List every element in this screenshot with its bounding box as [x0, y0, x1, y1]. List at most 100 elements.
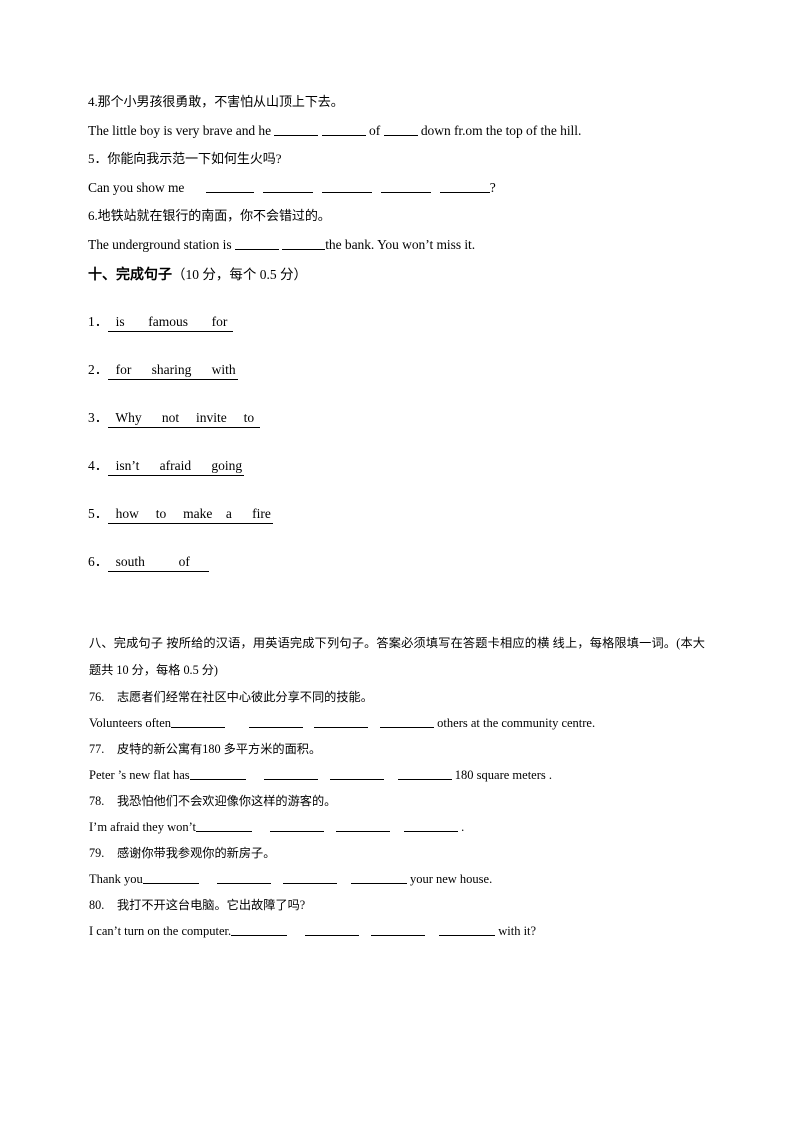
answer-text[interactable]: for sharing with [108, 362, 238, 380]
answer-blank[interactable] [231, 923, 288, 936]
answer-blank[interactable] [216, 871, 271, 884]
answer-text[interactable]: is famous for [108, 314, 233, 332]
answer-row: 4． isn’t afraid going [88, 454, 588, 502]
answer-blank[interactable] [383, 122, 418, 136]
answer-blank[interactable] [142, 871, 199, 884]
question-english: The little boy is very brave and he of d… [88, 117, 708, 146]
sentence-text: others at the community centre. [434, 716, 596, 730]
worksheet-page: 4.那个小男孩很勇敢，不害怕从山顶上下去。 The little boy is v… [0, 0, 795, 1123]
answer-blank[interactable] [305, 923, 360, 936]
answer-blank[interactable] [380, 179, 431, 193]
answer-blank[interactable] [397, 767, 452, 780]
answer-row: 6． south of [88, 550, 588, 598]
answer-row: 3． Why not invite to [88, 406, 588, 454]
sentence-text: Volunteers often [89, 716, 172, 730]
answer-row: 5． how to make a fire [88, 502, 588, 550]
question-chinese-text: 感谢你带我参观你的新房子。 [117, 846, 276, 860]
sentence-text: . [458, 820, 465, 834]
question-chinese: 4.那个小男孩很勇敢，不害怕从山顶上下去。 [88, 94, 344, 109]
section-b-instruction: 八、完成句子 按所给的汉语，用英语完成下列句子。答案必须填写在答题卡相应的横 线… [89, 636, 705, 677]
answer-text[interactable]: isn’t afraid going [108, 458, 245, 476]
answer-blank[interactable] [336, 819, 391, 832]
question-chinese: 77. 皮特的新公寓有180 多平方米的面积。 [89, 736, 705, 762]
question-number: 80. [89, 898, 105, 912]
answer-blank[interactable] [350, 871, 407, 884]
answer-blank[interactable] [439, 923, 496, 936]
sentence-text: the bank. You won’t miss it. [325, 236, 476, 252]
question-chinese: 6.地铁站就在银行的南面，你不会错过的。 [88, 208, 331, 223]
sentence-text: down fr.om the top of the hill. [417, 122, 582, 138]
sentence-text: Thank you [89, 872, 143, 886]
question-english: I can’t turn on the computer. with it? [89, 918, 705, 944]
question-english: Volunteers often others at the community… [89, 710, 705, 736]
section-a-items: 4.那个小男孩很勇敢，不害怕从山顶上下去。 The little boy is v… [88, 88, 708, 259]
answer-number: 6． [88, 554, 109, 569]
question-number: 78. [89, 794, 105, 808]
question-chinese-text: 我打不开这台电脑。它出故障了吗? [117, 898, 306, 912]
sentence-text: The little boy is very brave and he [88, 122, 275, 138]
answer-blank[interactable] [274, 122, 319, 136]
question-chinese: 78. 我恐怕他们不会欢迎像你这样的游客的。 [89, 788, 705, 814]
answer-text[interactable]: how to make a fire [108, 506, 273, 524]
section-a-header-title: 十、完成句子 [88, 268, 172, 283]
answer-number: 5． [88, 506, 109, 521]
sentence-text: with it? [495, 924, 537, 938]
question-number: 77. [89, 742, 105, 756]
question-chinese-text: 皮特的新公寓有180 多平方米的面积。 [117, 742, 322, 756]
sentence-text: 180 square meters . [451, 768, 552, 782]
sentence-text: I can’t turn on the computer. [89, 924, 232, 938]
answer-blank[interactable] [263, 767, 318, 780]
answer-blank[interactable] [171, 715, 226, 728]
answer-number: 1． [88, 314, 109, 329]
question-number: 76. [89, 690, 105, 704]
answer-blank[interactable] [189, 767, 246, 780]
answer-blank[interactable] [321, 122, 366, 136]
answer-blank[interactable] [270, 819, 325, 832]
answer-blank[interactable] [234, 236, 279, 250]
question-number: 79. [89, 846, 105, 860]
sentence-text: I’m afraid they won’t [89, 820, 197, 834]
answer-number: 4． [88, 458, 109, 473]
question-english: Can you show me ? [88, 174, 708, 203]
answer-blank[interactable] [314, 715, 369, 728]
answer-blank[interactable] [404, 819, 459, 832]
question-chinese-text: 我恐怕他们不会欢迎像你这样的游客的。 [117, 794, 337, 808]
sentence-text: Peter ’s new flat has [89, 768, 190, 782]
question-chinese: 79. 感谢你带我参观你的新房子。 [89, 840, 705, 866]
answer-list: 1． is famous for 2． for sharing with 3． W… [88, 310, 588, 598]
answer-blank[interactable] [282, 236, 326, 250]
answer-blank[interactable] [329, 767, 384, 780]
section-a-header-score: （10 分，每个 0.5 分） [172, 267, 307, 282]
question-chinese: 5．你能向我示范一下如何生火吗? [88, 151, 282, 166]
question-chinese: 76. 志愿者们经常在社区中心彼此分享不同的技能。 [89, 684, 705, 710]
section-b: 八、完成句子 按所给的汉语，用英语完成下列句子。答案必须填写在答题卡相应的横 线… [89, 630, 705, 944]
answer-row: 2． for sharing with [88, 358, 588, 406]
answer-blank[interactable] [262, 179, 313, 193]
question-english: Peter ’s new flat has 180 square meters … [89, 762, 705, 788]
section-b-questions: 76. 志愿者们经常在社区中心彼此分享不同的技能。 Volunteers often… [89, 684, 705, 944]
answer-blank[interactable] [321, 179, 372, 193]
question-english: The underground station is the bank. You… [88, 231, 708, 260]
answer-blank[interactable] [439, 179, 490, 193]
section-a: 4.那个小男孩很勇敢，不害怕从山顶上下去。 The little boy is v… [88, 88, 708, 291]
section-a-header: 十、完成句子（10 分，每个 0.5 分） [88, 260, 708, 291]
question-chinese-text: 志愿者们经常在社区中心彼此分享不同的技能。 [117, 690, 373, 704]
answer-blank[interactable] [249, 715, 304, 728]
sentence-text: of [365, 122, 384, 138]
answer-text[interactable]: Why not invite to [108, 410, 260, 428]
answer-text[interactable]: south of [108, 554, 209, 572]
answer-number: 2． [88, 362, 109, 377]
answer-blank[interactable] [205, 179, 254, 193]
sentence-text: Can you show me [88, 179, 188, 195]
answer-blank[interactable] [380, 715, 435, 728]
answer-blank[interactable] [282, 871, 337, 884]
answer-number: 3． [88, 410, 109, 425]
sentence-text: ? [489, 179, 496, 195]
question-chinese: 80. 我打不开这台电脑。它出故障了吗? [89, 892, 705, 918]
question-english: Thank you your new house. [89, 866, 705, 892]
sentence-text: The underground station is [88, 236, 235, 252]
answer-blank[interactable] [371, 923, 426, 936]
question-english: I’m afraid they won’t . [89, 814, 705, 840]
answer-blank[interactable] [196, 819, 253, 832]
answer-row: 1． is famous for [88, 310, 588, 358]
